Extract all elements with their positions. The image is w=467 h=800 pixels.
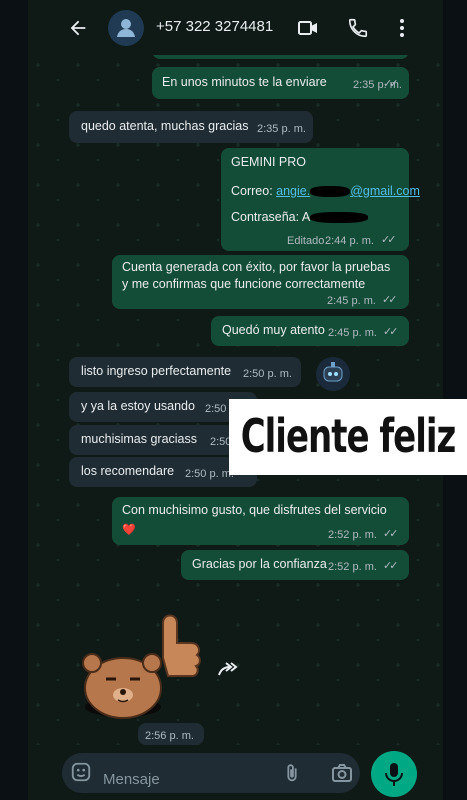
read-ticks-icon: ✓✓ xyxy=(383,78,399,90)
read-ticks-icon: ✓✓ xyxy=(383,326,399,338)
chat-header: +57 322 3274481 xyxy=(28,0,443,55)
message-time: 2:56 p. m. xyxy=(145,730,194,742)
read-ticks-icon: ✓✓ xyxy=(383,560,399,572)
attach-icon[interactable] xyxy=(281,761,305,785)
read-ticks-icon: ✓✓ xyxy=(381,234,397,246)
message-outgoing[interactable]: Quedó muy atento 2:45 p. m. ✓✓ xyxy=(211,316,409,346)
message-text: En unos minutos te la enviare xyxy=(162,75,327,89)
message-time: 2:50 xyxy=(205,403,227,415)
email-link[interactable]: angie. xyxy=(276,184,310,198)
password-line: Contraseña: A xyxy=(231,209,369,226)
message-time: 2:45 p. m. xyxy=(328,327,377,339)
message-outgoing-credentials[interactable]: GEMINI PRO Correo: angie. @gmail.com Cont… xyxy=(221,148,420,251)
caption-overlay: Cliente feliz xyxy=(229,399,467,475)
email-line: Correo: angie. @gmail.com xyxy=(231,183,420,200)
message-incoming[interactable]: quedo atenta, muchas gracias 2:35 p. m. xyxy=(69,111,313,143)
message-text: quedo atenta, muchas gracias xyxy=(81,119,249,133)
video-call-icon[interactable] xyxy=(296,16,320,40)
avatar-icon xyxy=(117,19,135,37)
mic-icon xyxy=(385,763,403,786)
message-text: los recomendare xyxy=(81,464,175,478)
message-outgoing[interactable]: Gracias por la confianza 2:52 p. m. ✓✓ xyxy=(181,550,409,580)
heart-emoji: ❤️ xyxy=(122,524,136,536)
bear-thumbs-up-sticker[interactable] xyxy=(78,603,208,723)
message-text: y ya la estoy usando xyxy=(81,399,195,413)
message-text: Cuenta generada con éxito, por favor la … xyxy=(122,260,391,291)
message-title: GEMINI PRO xyxy=(231,155,307,169)
email-domain[interactable]: @gmail.com xyxy=(350,184,420,198)
message-text: Gracias por la confianza xyxy=(192,557,327,571)
password-label: Contraseña: A xyxy=(231,210,311,224)
read-ticks-icon: ✓✓ xyxy=(382,294,398,306)
message-time: 2:44 p. m. xyxy=(325,235,374,247)
edited-label: Editado xyxy=(287,235,325,247)
mic-button[interactable] xyxy=(371,751,417,797)
message-outgoing[interactable]: Con muchisimo gusto, que disfrutes del s… xyxy=(112,497,409,545)
phone-icon[interactable] xyxy=(346,16,370,40)
camera-icon[interactable] xyxy=(330,761,354,785)
robot-icon xyxy=(323,362,343,382)
message-time: 2:35 p. m. xyxy=(257,123,306,135)
emoji-icon[interactable] xyxy=(70,761,94,785)
contact-name[interactable]: +57 322 3274481 xyxy=(156,18,273,35)
contact-avatar[interactable] xyxy=(108,10,144,46)
message-time: 2:45 p. m. xyxy=(327,295,376,307)
message-bubble-partial xyxy=(152,55,409,59)
email-label: Correo: xyxy=(231,184,277,198)
message-outgoing[interactable]: En unos minutos te la enviare 2:35 p. m.… xyxy=(152,67,409,99)
message-time: 2:52 p. m. xyxy=(328,561,377,573)
message-text: muchisimas graciass xyxy=(81,432,198,446)
message-text: listo ingreso perfectamente xyxy=(81,364,232,378)
message-text: Quedó muy atento xyxy=(222,323,325,337)
message-incoming[interactable]: listo ingreso perfectamente 2:50 p. m. xyxy=(69,357,301,387)
read-ticks-icon: ✓✓ xyxy=(383,528,399,540)
caption-text: Cliente feliz xyxy=(240,410,457,464)
forward-icon[interactable] xyxy=(216,658,240,682)
message-input-placeholder: Mensaje xyxy=(103,771,160,788)
menu-dots-icon[interactable] xyxy=(390,16,414,40)
message-outgoing[interactable]: Cuenta generada con éxito, por favor la … xyxy=(112,255,409,309)
redaction-mark xyxy=(310,186,351,198)
bot-sticker xyxy=(316,357,350,391)
composer-bar: Mensaje xyxy=(28,745,443,800)
sticker-time-badge: 2:56 p. m. xyxy=(138,723,204,745)
message-time: 2:50 p. m. xyxy=(185,468,234,480)
message-text: Con muchisimo gusto, que disfrutes del s… xyxy=(122,503,387,517)
redaction-mark xyxy=(310,212,369,224)
message-time: 2:50 p. m. xyxy=(243,368,292,380)
message-time: 2:52 p. m. xyxy=(328,529,377,541)
back-arrow-icon[interactable] xyxy=(66,16,90,40)
